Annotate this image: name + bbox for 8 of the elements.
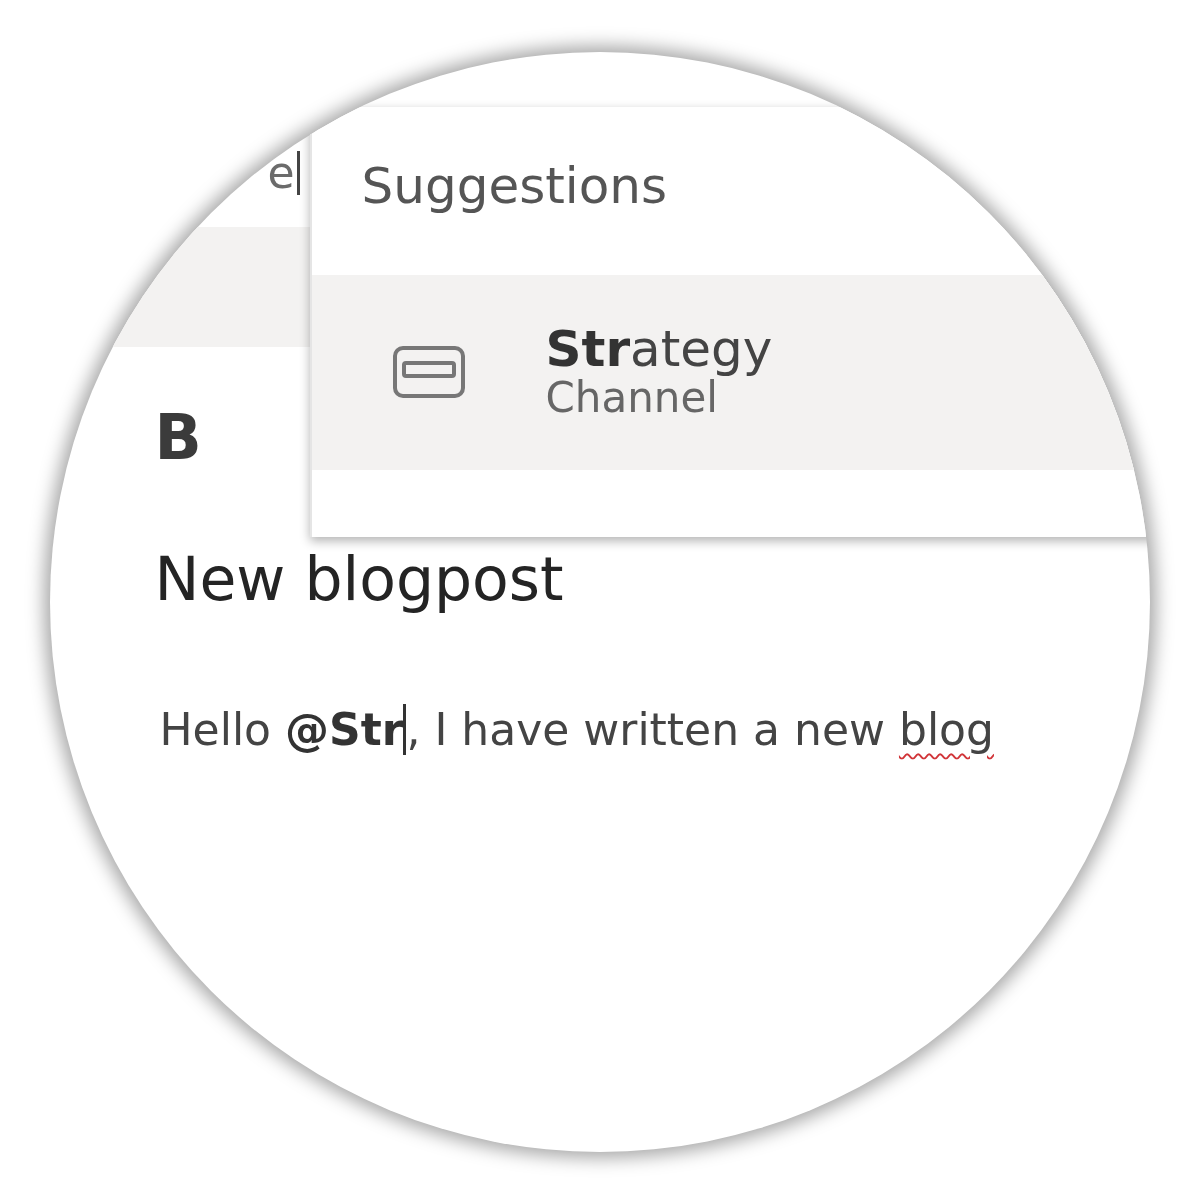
post-title: New blogpost	[154, 543, 565, 614]
suggestion-name: Strategy	[545, 322, 773, 376]
message-text[interactable]: Hello @Str, I have written a new blog	[159, 703, 1150, 755]
popup-title: Suggestions	[360, 155, 669, 217]
reply-field[interactable]: e	[267, 150, 300, 195]
bold-button[interactable]: B	[154, 406, 202, 469]
channel-icon	[391, 345, 466, 399]
suggestion-type: Channel	[545, 375, 718, 422]
